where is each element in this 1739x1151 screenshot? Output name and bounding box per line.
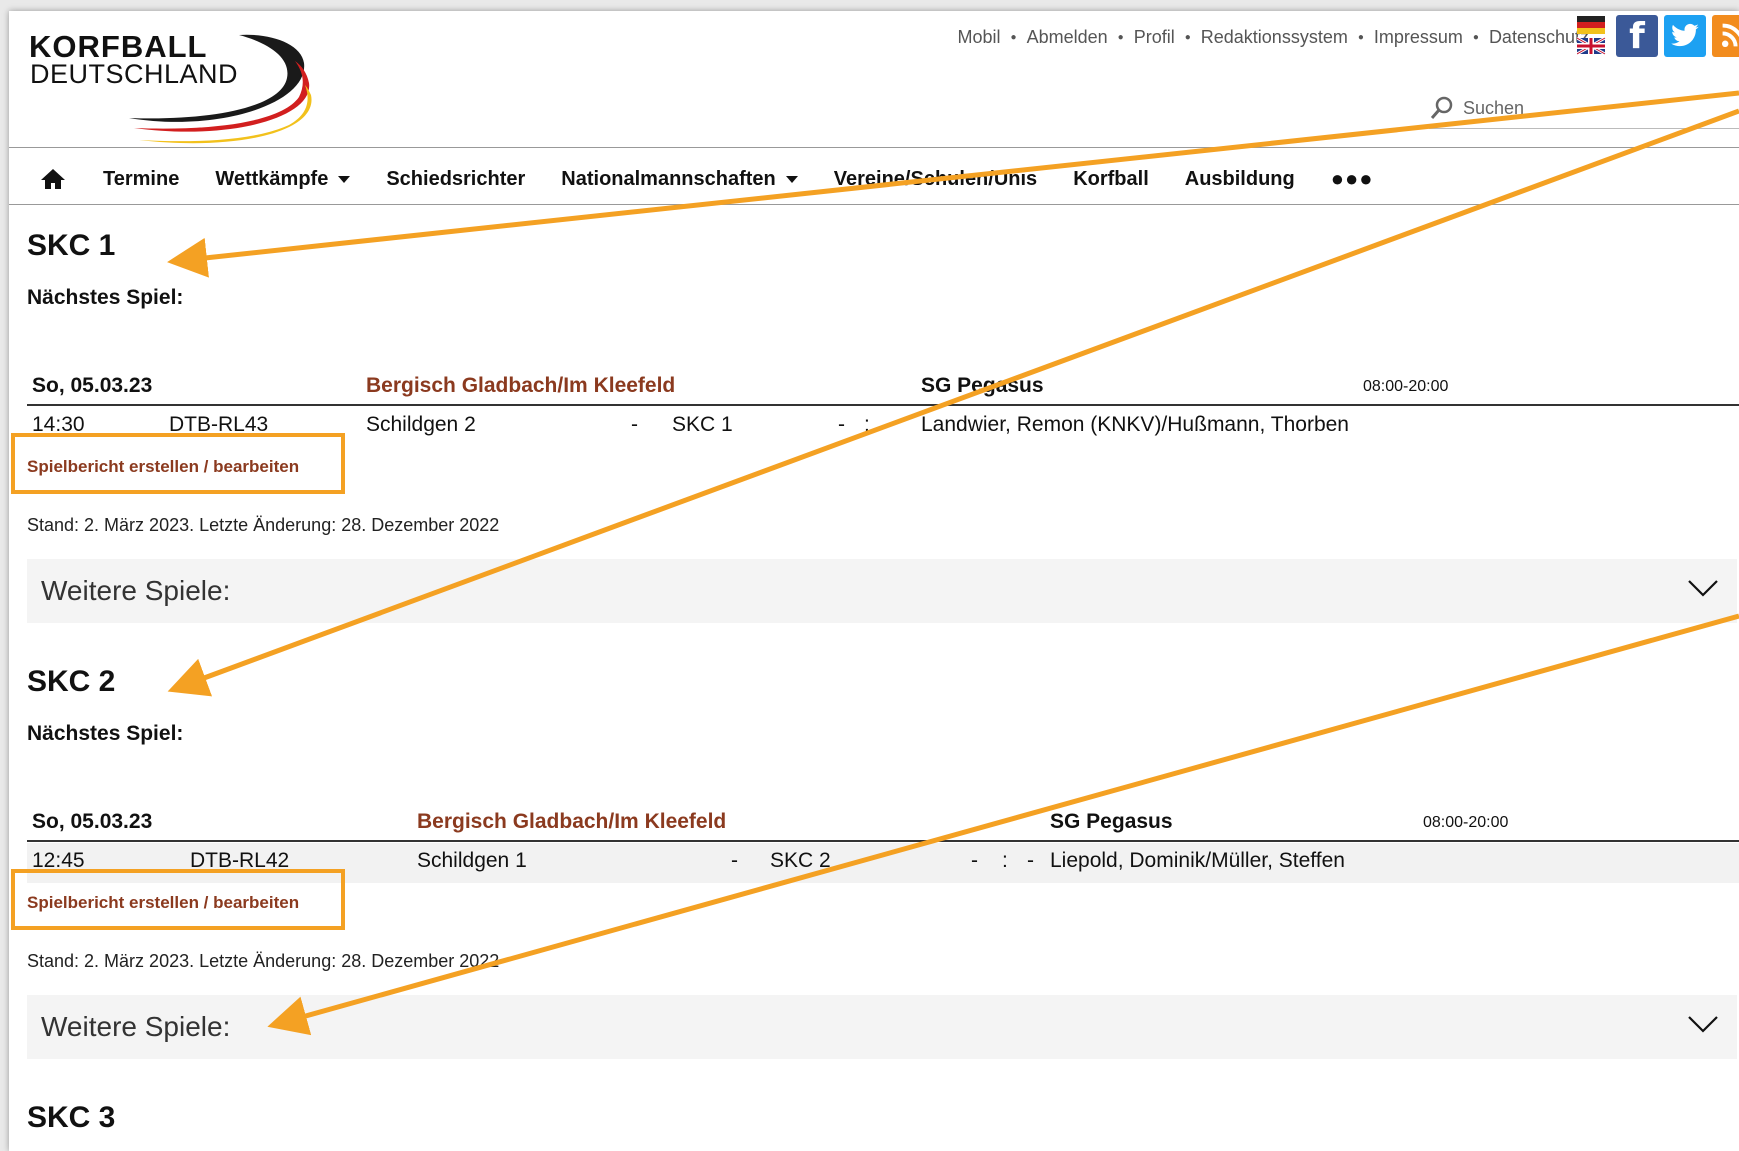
topnav-redaktionssystem[interactable]: Redaktionssystem bbox=[1201, 27, 1348, 48]
game-location-link[interactable]: Bergisch Gladbach/Im Kleefeld bbox=[417, 810, 726, 834]
nav-vereine[interactable]: Vereine/Schulen/Unis bbox=[834, 168, 1037, 191]
score-dash: - bbox=[1027, 849, 1034, 872]
topnav-profil[interactable]: Profil bbox=[1134, 27, 1175, 48]
nav-ausbildung-label: Ausbildung bbox=[1184, 167, 1295, 190]
away-team: SKC 2 bbox=[770, 849, 831, 872]
team-title: SKC 2 bbox=[27, 665, 116, 698]
away-team: SKC 1 bbox=[672, 413, 733, 436]
chevron-down-icon bbox=[785, 175, 798, 183]
annotation-highlight-box bbox=[11, 433, 345, 494]
nav-wettkaempfe[interactable]: Wettkämpfe bbox=[215, 167, 351, 191]
game-host: SG Pegasus bbox=[921, 374, 1044, 397]
home-team: Schildgen 2 bbox=[366, 413, 476, 436]
game-time-window: 08:00-20:00 bbox=[1423, 814, 1509, 831]
separator-dot: ● bbox=[1472, 32, 1479, 43]
nav-schiedsrichter-label: Schiedsrichter bbox=[386, 167, 526, 190]
more-menu-button[interactable]: ●●● bbox=[1331, 166, 1374, 192]
nav-divider bbox=[9, 204, 1739, 205]
nav-ausbildung[interactable]: Ausbildung bbox=[1185, 168, 1295, 191]
next-game-label: Nächstes Spiel: bbox=[27, 722, 184, 745]
more-games-accordion[interactable]: Weitere Spiele: bbox=[27, 995, 1737, 1059]
facebook-icon[interactable]: f bbox=[1616, 15, 1658, 57]
home-team: Schildgen 1 bbox=[417, 849, 527, 872]
versus-dash: - bbox=[631, 413, 638, 436]
search-field[interactable]: Suchen bbox=[1429, 95, 1524, 121]
chevron-down-icon bbox=[1688, 1016, 1718, 1033]
web-page: KORFBALL DEUTSCHLAND Mobil ● Abmelden ● Pr… bbox=[9, 11, 1739, 1151]
game-header-row: So, 05.03.23 Bergisch Gladbach/Im Kleefe… bbox=[27, 368, 1739, 406]
score-dash: - bbox=[838, 413, 845, 436]
game-location-link[interactable]: Bergisch Gladbach/Im Kleefeld bbox=[366, 374, 675, 398]
game-date: So, 05.03.23 bbox=[32, 810, 153, 833]
separator-dot: ● bbox=[1117, 32, 1124, 43]
more-games-accordion[interactable]: Weitere Spiele: bbox=[27, 559, 1737, 623]
topnav-abmelden[interactable]: Abmelden bbox=[1027, 27, 1108, 48]
home-icon[interactable] bbox=[39, 167, 67, 191]
search-underline bbox=[1429, 128, 1739, 129]
nav-vereine-label: Vereine/Schulen/Unis bbox=[833, 167, 1038, 190]
language-switcher bbox=[1576, 16, 1607, 56]
game-header-row: So, 05.03.23 Bergisch Gladbach/Im Kleefe… bbox=[27, 804, 1739, 842]
nav-nationalmannschaften-label: Nationalmannschaften bbox=[561, 167, 776, 190]
chevron-down-icon bbox=[338, 175, 351, 183]
topnav-mobil[interactable]: Mobil bbox=[958, 27, 1001, 48]
chevron-down-icon bbox=[1688, 580, 1718, 597]
nav-wettkaempfe-label: Wettkämpfe bbox=[215, 167, 329, 190]
main-navigation: Termine Wettkämpfe Schiedsrichter Nation… bbox=[39, 154, 1410, 204]
nav-korfball[interactable]: Korfball bbox=[1073, 168, 1149, 191]
korfball-logo[interactable]: KORFBALL DEUTSCHLAND bbox=[19, 23, 339, 153]
referees: Liepold, Dominik/Müller, Steffen bbox=[1050, 849, 1345, 872]
nav-schiedsrichter[interactable]: Schiedsrichter bbox=[386, 168, 525, 191]
nav-nationalmannschaften[interactable]: Nationalmannschaften bbox=[561, 167, 798, 191]
separator-dot: ● bbox=[1357, 32, 1364, 43]
german-flag-icon[interactable] bbox=[1577, 16, 1605, 34]
referees: Landwier, Remon (KNKV)/Hußmann, Thorben bbox=[921, 413, 1349, 436]
separator-dot: ● bbox=[1010, 32, 1017, 43]
status-text: Stand: 2. März 2023. Letzte Änderung: 28… bbox=[27, 951, 500, 971]
rss-icon[interactable] bbox=[1712, 15, 1739, 57]
annotation-highlight-box bbox=[11, 869, 345, 930]
nav-termine-label: Termine bbox=[103, 167, 180, 190]
score-dash: - bbox=[971, 849, 978, 872]
game-host: SG Pegasus bbox=[1050, 810, 1173, 833]
search-label: Suchen bbox=[1463, 97, 1525, 118]
more-games-label: Weitere Spiele: bbox=[41, 1011, 231, 1042]
next-game-label: Nächstes Spiel: bbox=[27, 286, 184, 309]
score-colon: : bbox=[864, 413, 870, 436]
uk-flag-icon[interactable] bbox=[1576, 36, 1606, 56]
nav-termine[interactable]: Termine bbox=[103, 168, 179, 191]
twitter-icon[interactable] bbox=[1664, 15, 1706, 57]
team-title: SKC 3 bbox=[27, 1101, 116, 1134]
nav-korfball-label: Korfball bbox=[1073, 167, 1149, 190]
status-text: Stand: 2. März 2023. Letzte Änderung: 28… bbox=[27, 515, 500, 535]
topnav-datenschutz[interactable]: Datenschutz bbox=[1489, 27, 1589, 48]
game-date: So, 05.03.23 bbox=[32, 374, 153, 397]
game-time-window: 08:00-20:00 bbox=[1363, 378, 1449, 395]
header-divider bbox=[9, 147, 1739, 148]
more-games-label: Weitere Spiele: bbox=[41, 575, 231, 606]
topnav-impressum[interactable]: Impressum bbox=[1374, 27, 1463, 48]
versus-dash: - bbox=[731, 849, 738, 872]
search-icon bbox=[1430, 96, 1453, 119]
top-navigation: Mobil ● Abmelden ● Profil ● Redaktionssyste… bbox=[958, 27, 1589, 48]
logo-line-2: DEUTSCHLAND bbox=[30, 59, 239, 89]
team-title: SKC 1 bbox=[27, 229, 116, 262]
separator-dot: ● bbox=[1184, 32, 1191, 43]
score-colon: : bbox=[1002, 849, 1008, 872]
